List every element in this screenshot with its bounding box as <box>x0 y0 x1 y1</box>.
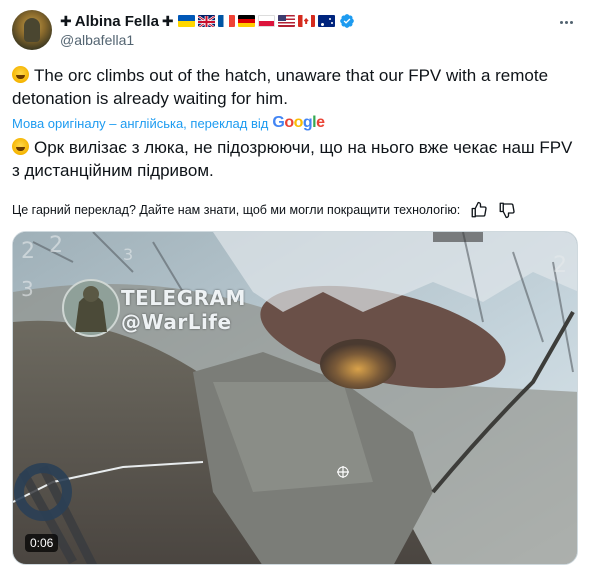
usa-flag-icon <box>277 15 295 27</box>
svg-text:2: 2 <box>553 253 567 278</box>
more-options-icon[interactable] <box>556 12 576 32</box>
germany-flag-icon <box>237 15 255 27</box>
verified-badge-icon <box>339 14 354 28</box>
svg-text:2: 2 <box>21 239 35 264</box>
france-flag-icon <box>217 15 235 27</box>
author-handle[interactable]: @albafella1 <box>60 32 134 48</box>
svg-text:3: 3 <box>123 245 133 264</box>
united-kingdom-flag-icon <box>197 15 215 27</box>
post-original-text: The orc climbs out of the hatch, unaware… <box>12 64 580 110</box>
poland-flag-icon <box>257 15 275 27</box>
thumbs-up-icon[interactable] <box>470 201 488 219</box>
post-translated-text: Орк вилізає з люка, не підозрюючи, що на… <box>12 136 580 182</box>
google-logo: Google <box>272 114 325 131</box>
svg-text:2: 2 <box>49 233 63 258</box>
video-duration: 0:06 <box>25 534 59 552</box>
author-name-row[interactable]: ✚ Albina Fella ✚ <box>60 12 355 30</box>
translated-text-content: Орк вилізає з люка, не підозрюючи, що на… <box>12 138 573 180</box>
svg-text:3: 3 <box>21 277 34 301</box>
ukraine-flag-icon <box>177 15 195 27</box>
video-player[interactable]: 2 2 3 2 3 TELEGRAM @WarLife 0:06 <box>12 231 578 565</box>
translation-feedback: Це гарний переклад? Дайте нам знати, щоб… <box>12 200 580 220</box>
flag-emoji-list <box>177 15 335 27</box>
canada-flag-icon <box>297 15 315 27</box>
avatar[interactable] <box>12 10 52 50</box>
telegram-watermark: TELEGRAM @WarLife <box>121 286 246 334</box>
thumbs-down-icon[interactable] <box>498 201 516 219</box>
watermark-line-1: TELEGRAM <box>121 286 246 310</box>
original-text-content: The orc climbs out of the hatch, unaware… <box>12 66 549 108</box>
rolling-on-floor-laughing-icon <box>12 138 29 155</box>
display-name-text: Albina Fella <box>74 12 159 30</box>
rolling-on-floor-laughing-icon <box>12 66 29 83</box>
cross-symbol-left: ✚ <box>60 12 72 29</box>
cross-symbol-right: ✚ <box>161 12 174 29</box>
post-header: ✚ Albina Fella ✚ @albafella1 <box>12 10 580 50</box>
translation-attribution[interactable]: Мова оригіналу – англійська, переклад ві… <box>12 114 325 132</box>
watermark-line-2: @WarLife <box>121 310 232 334</box>
display-name[interactable]: ✚ Albina Fella ✚ <box>60 13 174 30</box>
video-frame: 2 2 3 2 3 <box>13 232 577 564</box>
feedback-prompt: Це гарний переклад? Дайте нам знати, щоб… <box>12 203 461 217</box>
australia-flag-icon <box>317 15 335 27</box>
translation-meta-label[interactable]: Мова оригіналу – англійська, переклад ві… <box>12 116 268 131</box>
